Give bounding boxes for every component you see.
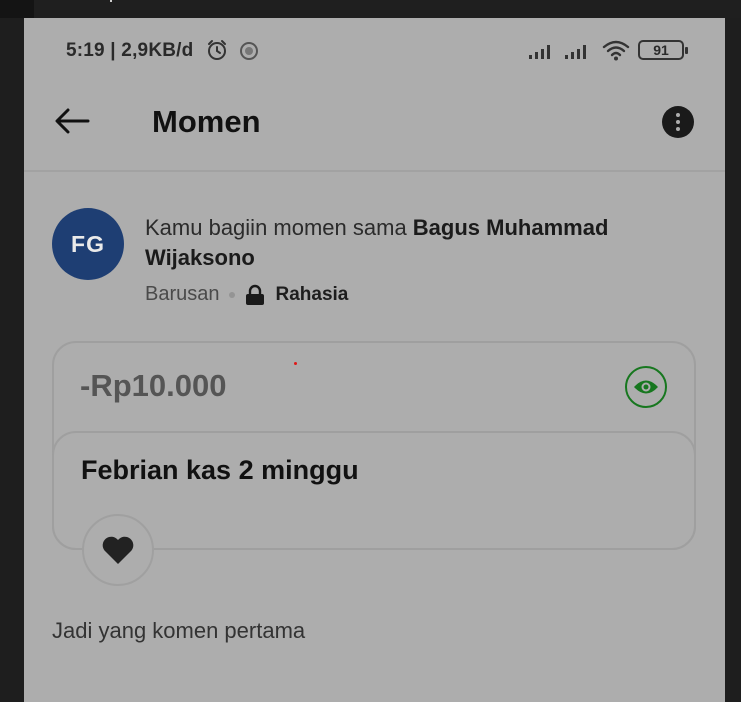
transaction-amount: -Rp10.000 [80, 368, 227, 403]
avatar[interactable]: FG [52, 208, 124, 280]
arrow-left-icon [55, 108, 90, 134]
alarm-icon [206, 39, 228, 66]
more-vertical-icon [676, 113, 680, 117]
lock-icon [244, 284, 266, 306]
first-comment-prompt[interactable]: Jadi yang komen pertama [52, 618, 305, 644]
post-time: Barusan [145, 283, 220, 305]
more-dot [676, 120, 680, 124]
red-dot [294, 362, 297, 365]
eye-icon [634, 380, 658, 394]
post-meta: Barusan Rahasia [145, 283, 348, 306]
more-dot [676, 127, 680, 131]
corner-block [0, 0, 34, 18]
top-strip [0, 0, 741, 18]
wifi-icon [602, 39, 630, 66]
post-description: Kamu bagiin momen sama Bagus Muhammad Wi… [145, 213, 705, 273]
camera-icon [238, 40, 260, 67]
back-button[interactable] [52, 103, 92, 139]
transaction-note: Febrian kas 2 minggu [81, 455, 359, 485]
battery-icon: 91 [638, 40, 688, 60]
heart-icon [102, 536, 134, 564]
more-options-button[interactable] [662, 106, 694, 138]
battery-level: 91 [653, 42, 669, 58]
post-text-prefix: Kamu bagiin momen sama [145, 215, 413, 240]
meta-separator [228, 291, 235, 298]
like-button[interactable] [82, 514, 154, 586]
signal-icon [528, 42, 556, 65]
stray-dot [110, 0, 112, 2]
screenshot-frame: 5:19 | 2,9KB/d 91 Momen FG Kamu bagiin m… [0, 0, 741, 702]
page-title: Momen [152, 104, 261, 139]
visibility-toggle-button[interactable] [625, 366, 667, 408]
status-time: 5:19 | 2,9KB/d [66, 40, 194, 61]
app-bar-divider [24, 170, 725, 172]
privacy-label: Rahasia [275, 283, 349, 305]
signal-icon [564, 42, 592, 65]
phone-screen: 5:19 | 2,9KB/d 91 Momen FG Kamu bagiin m… [24, 18, 725, 702]
